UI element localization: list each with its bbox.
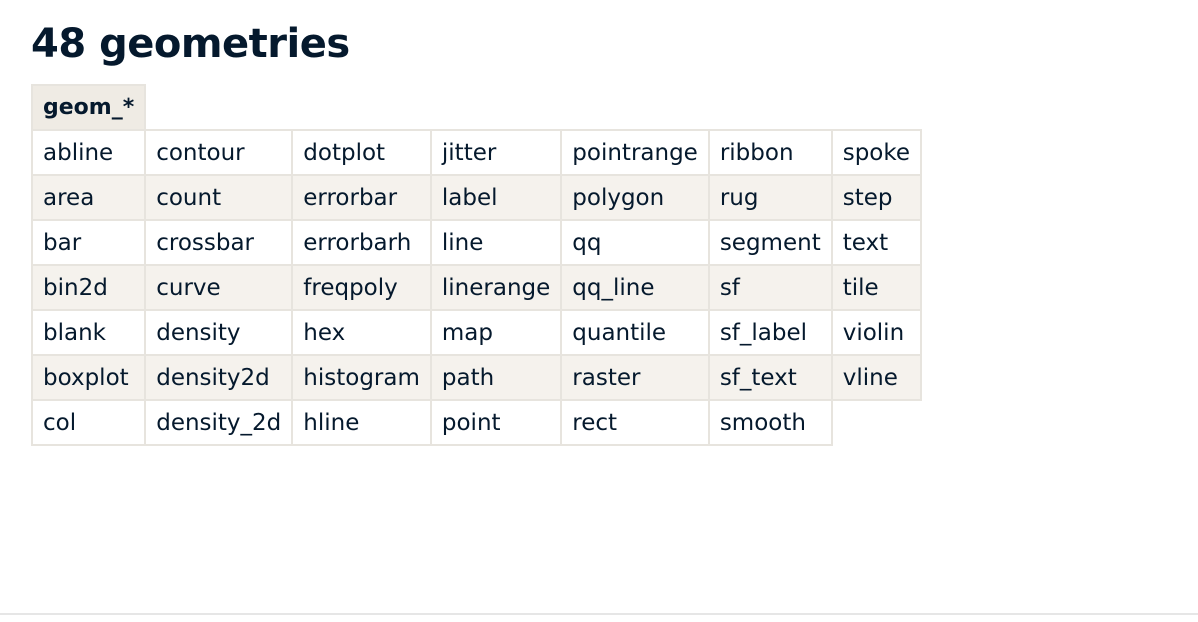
table-cell: sf <box>707 264 833 311</box>
table-cell: boxplot <box>30 354 147 401</box>
table-cell: freqpoly <box>291 264 432 311</box>
table-cell: sf_text <box>707 354 833 401</box>
table-row: blank density hex map quantile sf_label … <box>30 309 923 356</box>
bottom-divider <box>0 613 1198 615</box>
table-cell: density2d <box>144 354 294 401</box>
table-cell: vline <box>830 354 923 401</box>
table-cell: hex <box>291 309 432 356</box>
table-cell: density_2d <box>144 399 294 446</box>
table-cell: violin <box>830 309 923 356</box>
geometries-table: geom_* abline contour dotplot jitter poi… <box>30 84 923 446</box>
table-cell: ribbon <box>707 129 833 176</box>
table-cell: pointrange <box>560 129 710 176</box>
table-cell: qq <box>560 219 710 266</box>
table-row: bar crossbar errorbarh line qq segment t… <box>30 219 923 266</box>
table-cell: spoke <box>830 129 923 176</box>
table-cell: rug <box>707 174 833 221</box>
table-cell: point <box>429 399 563 446</box>
table-cell: polygon <box>560 174 710 221</box>
table-row: col density_2d hline point rect smooth <box>30 399 921 446</box>
table-cell: density <box>144 309 294 356</box>
table-cell: bar <box>30 219 147 266</box>
table-cell: jitter <box>429 129 563 176</box>
table-cell: sf_label <box>707 309 833 356</box>
table-cell: qq_line <box>560 264 710 311</box>
table-row: area count errorbar label polygon rug st… <box>30 174 923 221</box>
table-cell: smooth <box>707 399 833 446</box>
table-cell: bin2d <box>30 264 147 311</box>
table-row: abline contour dotplot jitter pointrange… <box>30 129 923 176</box>
table-cell: contour <box>144 129 294 176</box>
table-cell: errorbar <box>291 174 432 221</box>
table-cell: text <box>830 219 923 266</box>
table-cell: raster <box>560 354 710 401</box>
table-cell: quantile <box>560 309 710 356</box>
table-cell: curve <box>144 264 294 311</box>
table-cell: rect <box>560 399 710 446</box>
table-cell: blank <box>30 309 147 356</box>
table-row: boxplot density2d histogram path raster … <box>30 354 923 401</box>
page-title: 48 geometries <box>31 21 350 67</box>
table-cell: label <box>429 174 563 221</box>
table-cell: linerange <box>429 264 563 311</box>
table-cell: tile <box>830 264 923 311</box>
table-cell: dotplot <box>291 129 432 176</box>
table-cell: abline <box>30 129 147 176</box>
table-cell: hline <box>291 399 432 446</box>
table-header-row: geom_* <box>30 84 921 131</box>
table-cell: segment <box>707 219 833 266</box>
table-cell: path <box>429 354 563 401</box>
table-cell: area <box>30 174 147 221</box>
table-header-geom-prefix: geom_* <box>30 84 147 131</box>
table-row: bin2d curve freqpoly linerange qq_line s… <box>30 264 923 311</box>
table-cell: col <box>30 399 147 446</box>
table-cell: line <box>429 219 563 266</box>
table-cell: errorbarh <box>291 219 432 266</box>
table-cell: step <box>830 174 923 221</box>
table-cell-empty <box>832 400 921 445</box>
table-cell: crossbar <box>144 219 294 266</box>
table-cell: histogram <box>291 354 432 401</box>
table-cell: count <box>144 174 294 221</box>
table-cell: map <box>429 309 563 356</box>
